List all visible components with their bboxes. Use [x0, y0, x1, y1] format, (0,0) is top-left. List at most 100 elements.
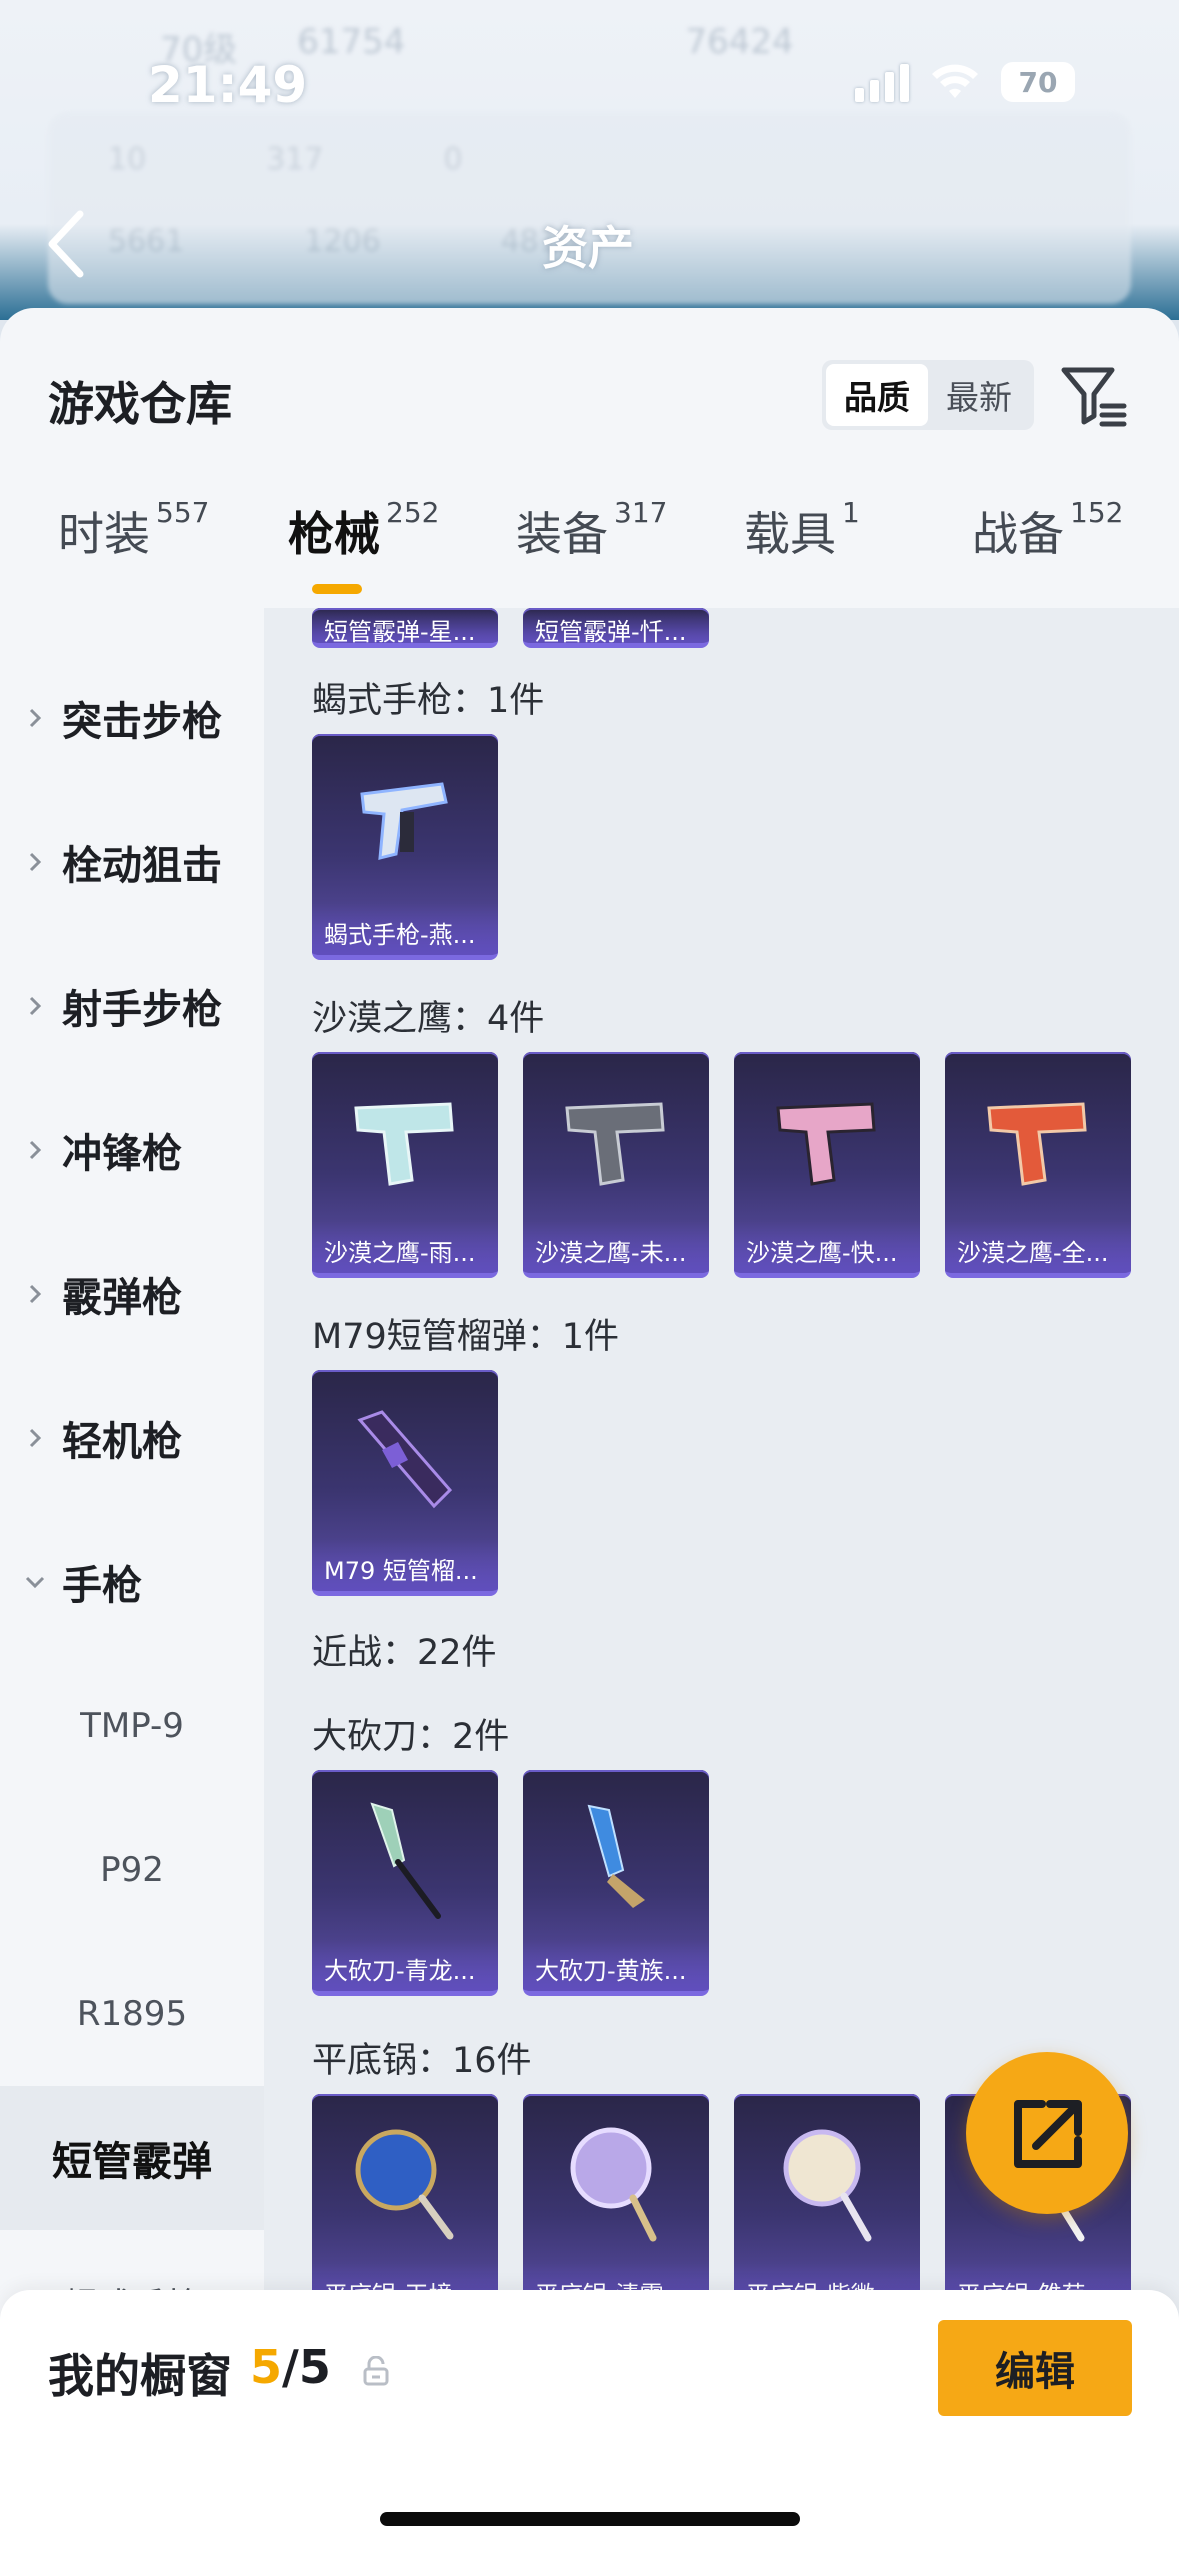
weapon-type-sidebar: 突击步枪 栓动狙击 射手步枪 冲锋枪 霰弹枪 轻机枪 手枪 TMP-9 P92 … — [0, 608, 264, 2556]
sidebar-item-pistol[interactable]: 手枪 — [0, 1510, 264, 1654]
sidebar-sub-sawed-off[interactable]: 短管霰弹 — [0, 2086, 264, 2230]
group-title: 沙漠之鹰：4件 — [312, 999, 545, 1039]
bg-stat-b: 76424 — [685, 22, 794, 62]
group-title: M79短管榴弹：1件 — [312, 1317, 620, 1357]
group-title: 近战：22件 — [312, 1633, 497, 1673]
chevron-right-icon — [29, 1140, 42, 1160]
sidebar-item-label: 轻机枪 — [62, 1419, 182, 1465]
machete-icon — [587, 1804, 645, 1908]
status-time: 21:49 — [148, 56, 308, 114]
item-name: 短管霰弹-忏... — [523, 608, 709, 643]
bg-val: 0 — [443, 142, 463, 177]
group-title: 平底锅：16件 — [312, 2041, 532, 2081]
frying-pan-icon — [355, 2129, 454, 2240]
showcase-total: /5 — [282, 2340, 331, 2394]
sidebar-item-label: 冲锋枪 — [62, 1131, 182, 1177]
share-button[interactable] — [966, 2052, 1128, 2214]
showcase-count: 5 — [250, 2340, 283, 2394]
item-card[interactable]: 短管霰弹-星... — [312, 608, 498, 648]
sidebar-item-assault-rifle[interactable]: 突击步枪 — [0, 646, 264, 790]
category-tabs: 时装 557 枪械 252 装备 317 载具 1 战备 152 — [0, 496, 1179, 608]
sidebar-item-shotgun[interactable]: 霰弹枪 — [0, 1222, 264, 1366]
item-card[interactable]: 沙漠之鹰-全... — [945, 1052, 1131, 1278]
sidebar-sub-tmp9[interactable]: TMP-9 — [0, 1654, 264, 1798]
sidebar-item-smg[interactable]: 冲锋枪 — [0, 1078, 264, 1222]
item-card[interactable]: 沙漠之鹰-雨... — [312, 1052, 498, 1278]
chevron-down-icon — [25, 1576, 45, 1589]
grenade-launcher-icon — [357, 1410, 453, 1509]
tab-equipment[interactable]: 装备 317 — [516, 496, 667, 564]
desert-eagle-icon — [987, 1102, 1087, 1186]
item-card[interactable]: 大砍刀-黄族... — [523, 1770, 709, 1996]
tab-count: 557 — [156, 496, 210, 529]
chevron-right-icon — [29, 708, 42, 728]
item-name: 大砍刀-黄族... — [523, 1939, 709, 1991]
tab-label: 枪械 — [288, 507, 380, 561]
sidebar-item-label: 突击步枪 — [62, 699, 222, 745]
tab-count: 152 — [1070, 496, 1124, 529]
item-card[interactable]: 沙漠之鹰-未... — [523, 1052, 709, 1278]
item-name: 沙漠之鹰-全... — [945, 1221, 1131, 1273]
filter-icon[interactable] — [1058, 360, 1130, 430]
sort-quality-button[interactable]: 品质 — [826, 364, 928, 426]
item-card[interactable]: 短管霰弹-忏... — [523, 608, 709, 648]
battery-indicator: 70 — [1001, 62, 1075, 102]
page-title: 资产 — [542, 221, 634, 275]
desert-eagle-icon — [776, 1102, 876, 1186]
sort-newest-button[interactable]: 最新 — [928, 364, 1030, 426]
item-card[interactable]: 蝎式手枪-燕... — [312, 734, 498, 960]
sidebar-item-label: 栓动狙击 — [62, 843, 222, 889]
desert-eagle-icon — [354, 1102, 454, 1186]
sort-toggle: 品质 最新 — [822, 360, 1034, 430]
frying-pan-icon — [783, 2129, 872, 2242]
lock-icon — [363, 2356, 389, 2386]
group-title: 大砍刀：2件 — [312, 1717, 510, 1757]
active-tab-indicator — [312, 584, 362, 594]
scorpion-pistol-icon — [360, 782, 448, 860]
item-card[interactable]: 沙漠之鹰-快... — [734, 1052, 920, 1278]
sheet-title: 游戏仓库 — [48, 377, 232, 431]
item-name: 蝎式手枪-燕... — [312, 903, 498, 955]
item-card[interactable]: M79 短管榴... — [312, 1370, 498, 1596]
item-card[interactable]: 平底锅-清霜... — [523, 2094, 709, 2320]
chevron-right-icon — [29, 852, 42, 872]
sidebar-item-marksman-rifle[interactable]: 射手步枪 — [0, 934, 264, 1078]
bg-val: 5661 — [108, 224, 185, 259]
sidebar-item-label: 霰弹枪 — [62, 1275, 182, 1321]
sidebar-item-label: 手枪 — [62, 1563, 142, 1609]
cellular-signal-icon — [855, 62, 909, 102]
tab-tactical[interactable]: 战备 152 — [972, 496, 1124, 564]
bg-val: 10 — [108, 142, 147, 177]
sidebar-item-label: 射手步枪 — [62, 987, 222, 1033]
item-card[interactable]: 大砍刀-青龙... — [312, 1770, 498, 1996]
tab-fashion[interactable]: 时装 557 — [58, 496, 210, 564]
tab-label: 载具 — [744, 507, 836, 561]
chevron-right-icon — [29, 996, 42, 1016]
share-icon — [1014, 2100, 1082, 2168]
edit-button[interactable]: 编辑 — [938, 2320, 1132, 2416]
item-card[interactable]: 平底锅-天境... — [312, 2094, 498, 2320]
sidebar-item-lmg[interactable]: 轻机枪 — [0, 1366, 264, 1510]
tab-count: 252 — [386, 496, 440, 529]
item-card[interactable]: 平底锅-紫微赫... — [734, 2094, 920, 2320]
tab-label: 时装 — [58, 507, 150, 561]
item-name: 沙漠之鹰-雨... — [312, 1221, 498, 1273]
tab-vehicles[interactable]: 载具 1 — [744, 496, 860, 564]
home-indicator[interactable] — [380, 2512, 800, 2526]
item-name: 沙漠之鹰-快... — [734, 1221, 920, 1273]
bg-val: 317 — [266, 142, 324, 177]
item-name: 短管霰弹-星... — [312, 608, 498, 643]
back-arrow-icon[interactable] — [40, 206, 96, 282]
chevron-right-icon — [29, 1428, 42, 1448]
tab-firearms[interactable]: 枪械 252 — [288, 496, 440, 564]
sidebar-sub-r1895[interactable]: R1895 — [0, 1942, 264, 2086]
desert-eagle-icon — [565, 1102, 665, 1186]
sidebar-item-bolt-sniper[interactable]: 栓动狙击 — [0, 790, 264, 934]
group-title: 蝎式手枪：1件 — [312, 681, 545, 721]
wifi-icon — [932, 64, 978, 98]
tab-label: 装备 — [516, 507, 608, 561]
tab-count: 1 — [842, 496, 860, 529]
machete-icon — [370, 1802, 441, 1919]
showcase-label: 我的橱窗 5 /5 — [48, 2340, 331, 2406]
sidebar-sub-p92[interactable]: P92 — [0, 1798, 264, 1942]
